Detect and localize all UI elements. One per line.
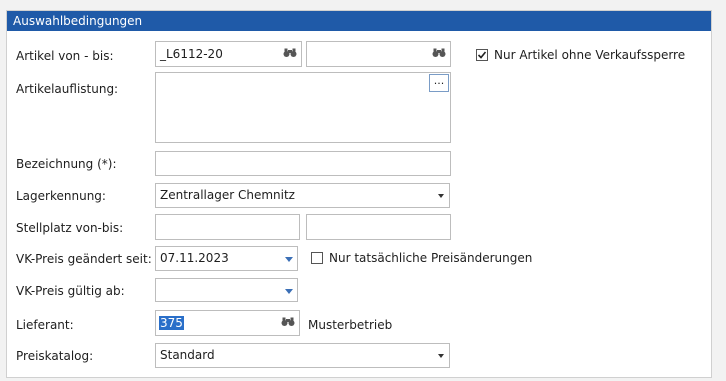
panel-header: Auswahlbedingungen [7,11,711,31]
lagerkennung-value: Zentrallager Chemnitz [160,188,295,202]
artikel-von-value: _L6112-20 [160,47,223,61]
vk-gueltig-date-input[interactable] [155,278,298,302]
vk-gueltig-label: VK-Preis gültig ab: [16,284,125,298]
binoculars-icon[interactable] [432,48,446,58]
lieferant-label: Lieferant: [16,318,74,332]
selection-panel: Auswahlbedingungen Artikel von - bis: _L… [6,10,712,378]
preiskatalog-value: Standard [160,348,215,362]
date-dropdown-button[interactable] [282,248,296,269]
stellplatz-label: Stellplatz von-bis: [16,221,124,235]
lieferant-name: Musterbetrieb [308,318,393,332]
nur-preisaenderungen-label[interactable]: Nur tatsächliche Preisänderungen [329,251,532,265]
nur-artikel-label[interactable]: Nur Artikel ohne Verkaufssperre [494,48,685,62]
chevron-down-icon [285,289,293,294]
artikel-von-bis-label: Artikel von - bis: [16,49,114,63]
artikel-von-input[interactable]: _L6112-20 [155,41,302,67]
artikelauflistung-label: Artikelauflistung: [16,82,119,96]
lagerkennung-select[interactable]: Zentrallager Chemnitz [155,183,450,208]
ellipsis-button[interactable]: ... [429,74,449,92]
binoculars-icon[interactable] [281,317,295,327]
lieferant-input[interactable]: 375 [155,310,300,336]
artikel-bis-input[interactable] [306,41,451,67]
nur-preisaenderungen-checkbox[interactable] [311,252,323,264]
preiskatalog-select[interactable]: Standard [155,343,450,368]
lagerkennung-label: Lagerkennung: [16,189,106,203]
vk-geaendert-label: VK-Preis geändert seit: [16,252,152,266]
checkmark-icon [477,51,487,59]
stellplatz-von-input[interactable] [155,214,300,240]
lieferant-value: 375 [159,316,184,330]
chevron-down-icon[interactable] [438,354,444,358]
chevron-down-icon [285,257,293,262]
binoculars-icon[interactable] [283,48,297,58]
stellplatz-bis-input[interactable] [306,214,451,240]
preiskatalog-label: Preiskatalog: [16,349,94,363]
vk-geaendert-date-input[interactable]: 07.11.2023 [155,246,298,271]
date-dropdown-button[interactable] [282,280,296,300]
vk-geaendert-value: 07.11.2023 [160,251,229,265]
chevron-down-icon[interactable] [438,194,444,198]
artikelauflistung-textarea[interactable]: ... [155,72,451,143]
bezeichnung-label: Bezeichnung (*): [16,157,117,171]
nur-artikel-checkbox[interactable] [476,49,488,61]
bezeichnung-input[interactable] [155,151,451,176]
